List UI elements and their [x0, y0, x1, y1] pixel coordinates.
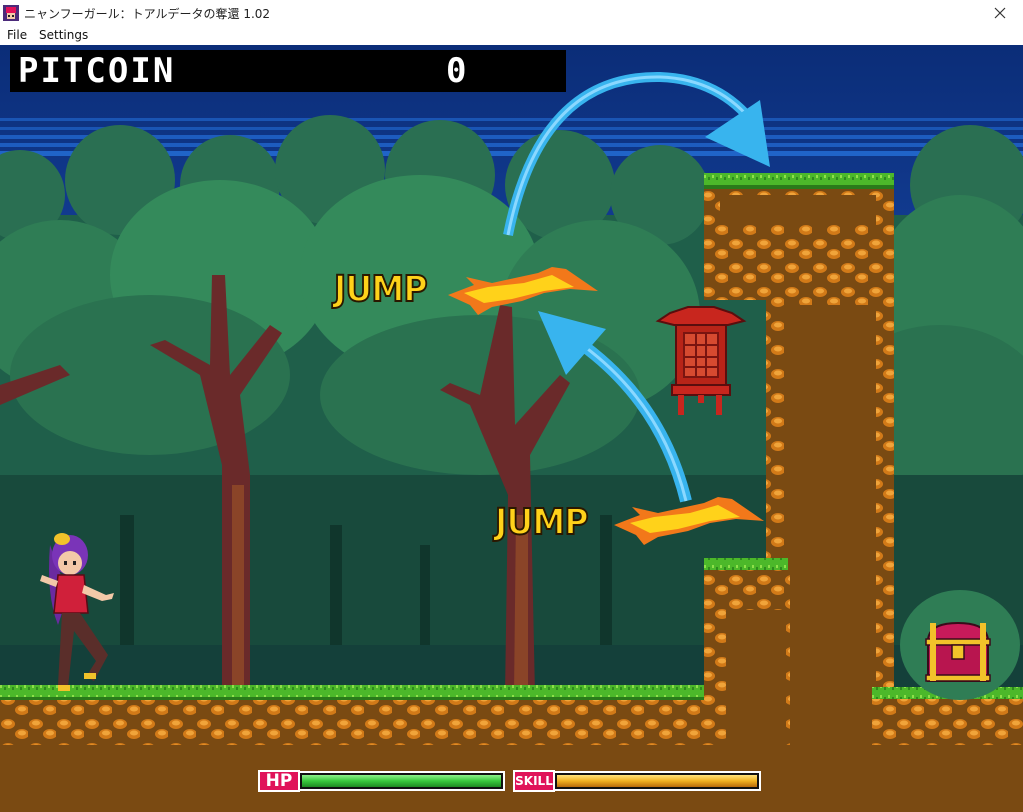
menu-bar: File Settings — [0, 26, 1023, 45]
game-scene — [0, 45, 1023, 812]
bottom-dirt-rocks — [0, 700, 720, 745]
game-window: ニャンフーガール：トアルデータの奪還 1.02 File Settings PI… — [0, 0, 1023, 812]
pitcoin-label: PITCOIN — [18, 51, 176, 91]
bottom-dirt — [0, 745, 1023, 812]
window-title: ニャンフーガール：トアルデータの奪還 1.02 — [24, 7, 271, 21]
hp-badge: HP — [258, 770, 300, 792]
jump-label-lower: JUMP — [494, 502, 590, 544]
close-button[interactable] — [977, 0, 1023, 26]
pitcoin-counter: PITCOIN 0 — [10, 50, 566, 92]
skill-badge: SKILL — [513, 770, 555, 792]
skill-bar-fill — [557, 775, 757, 787]
title-bar: ニャンフーガール：トアルデータの奪還 1.02 — [0, 0, 1023, 26]
close-icon — [994, 7, 1006, 19]
hp-bar — [298, 771, 505, 791]
menu-file[interactable]: File — [7, 28, 27, 42]
menu-settings[interactable]: Settings — [39, 28, 88, 42]
skill-bar — [553, 771, 761, 791]
jump-label-upper: JUMP — [333, 269, 429, 311]
treasure-chest — [925, 621, 991, 682]
game-app-icon — [3, 5, 19, 21]
hp-bar-fill — [302, 775, 501, 787]
pitcoin-value: 0 — [446, 51, 469, 91]
game-viewport[interactable]: PITCOIN 0 JUMP JUMP HP SKILL — [0, 45, 1023, 812]
